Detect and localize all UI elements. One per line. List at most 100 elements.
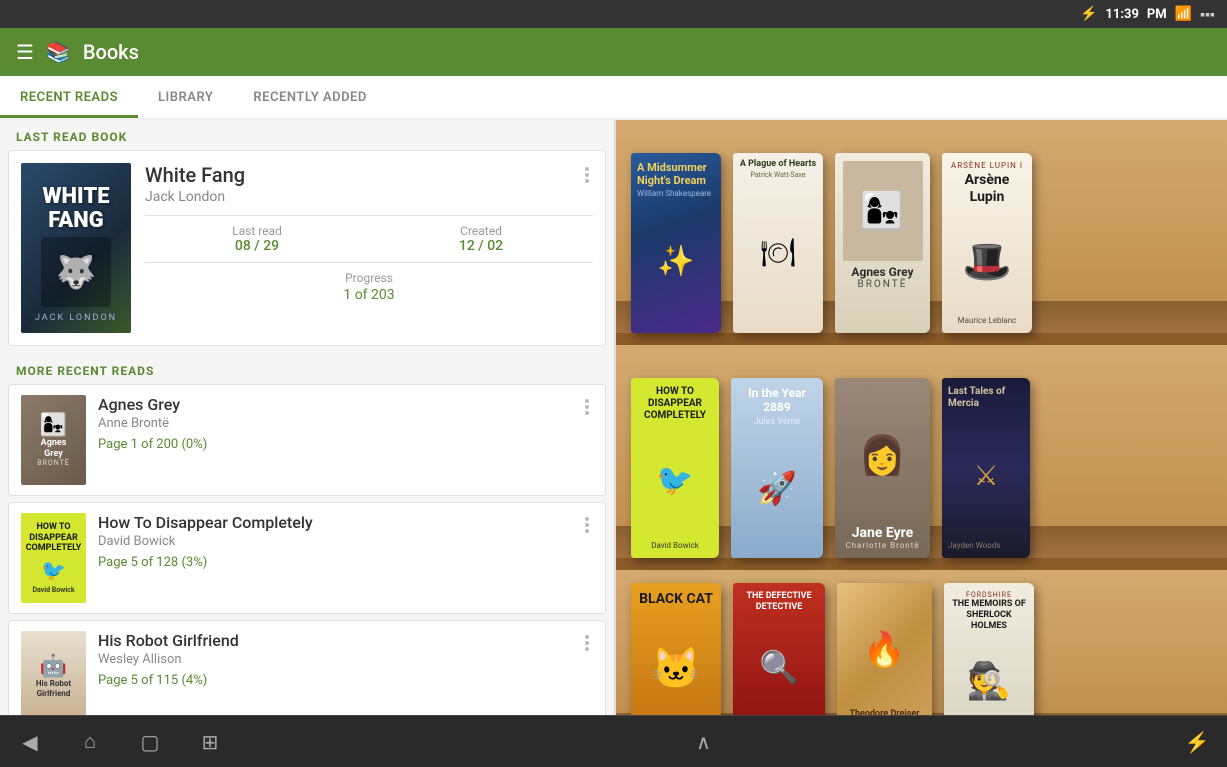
dot1 xyxy=(585,399,589,403)
book-author: BRONTË xyxy=(858,279,908,290)
book-title: THE DEFECTIVE DETECTIVE xyxy=(739,591,819,613)
book-art xyxy=(843,161,923,261)
list-item[interactable]: HOW TODISAPPEARCOMPLETELY 🐦 David Bowick… xyxy=(8,502,606,614)
list-book-author: Wesley Allison xyxy=(98,652,569,667)
back-button[interactable]: ◀ xyxy=(0,722,60,762)
qr-button[interactable]: ⊞ xyxy=(180,722,240,762)
shelf-row-1: A Midsummer Night's Dream William Shakes… xyxy=(616,120,1227,345)
list-book-author: Anne Brontë xyxy=(98,416,569,431)
progress-label: Progress xyxy=(345,271,393,285)
more-reads-title: MORE RECENT READS xyxy=(0,354,614,384)
book-agnes-grey[interactable]: Agnes Grey BRONTË xyxy=(835,153,930,333)
dot3 xyxy=(585,529,589,533)
agnes-grey-cover: 👩‍👧 AgnesGrey BRONTË xyxy=(21,395,86,485)
book-defective-detective[interactable]: THE DEFECTIVE DETECTIVE 🔍 the curious ca… xyxy=(733,583,825,715)
book-title: HOW TO DISAPPEAR COMPLETELY xyxy=(637,386,713,422)
qr-icon: ⊞ xyxy=(202,730,219,754)
meta-created: Created 12 / 02 xyxy=(369,224,593,254)
book-title: Agnes Grey xyxy=(851,265,913,279)
last-read-section: LAST READ BOOK WHITEFANG 🐺 JACK LONDON W… xyxy=(0,120,614,346)
last-read-book-author: Jack London xyxy=(145,189,593,205)
center-nav-button[interactable]: ∧ xyxy=(674,722,734,762)
robot-dots-menu[interactable] xyxy=(581,631,593,655)
main-content: LAST READ BOOK WHITEFANG 🐺 JACK LONDON W… xyxy=(0,120,1227,715)
clock-time: 11:39 xyxy=(1105,7,1139,22)
book-title: In the Year 2889 xyxy=(737,386,817,415)
disappear-dots-menu[interactable] xyxy=(581,513,593,537)
book-author: Maurice Leblanc xyxy=(958,316,1017,325)
dot1 xyxy=(585,635,589,639)
list-item[interactable]: 👩‍👧 AgnesGrey BRONTË Agnes Grey Anne Bro… xyxy=(8,384,606,496)
book-title: THE MEMOIRS OF SHERLOCK HOLMES xyxy=(950,599,1028,631)
divider2 xyxy=(145,262,593,263)
tab-bar: RECENT READS LIBRARY RECENTLY ADDED xyxy=(0,76,1227,120)
app-title: Books xyxy=(83,40,139,64)
created-value: 12 / 02 xyxy=(459,238,503,254)
list-book-title: Agnes Grey xyxy=(98,395,569,414)
dot2 xyxy=(585,405,589,409)
book-jane-eyre[interactable]: Jane Eyre Charlotte Brontë xyxy=(835,378,930,558)
meta-progress: Progress 1 of 203 xyxy=(145,271,593,303)
bottom-nav-bar: ◀ ⌂ ▢ ⊞ ∧ ⚡ xyxy=(0,715,1227,767)
dot2 xyxy=(585,523,589,527)
meta-last-read: Last read 08 / 29 xyxy=(145,224,369,254)
bookshelf-panel: A Midsummer Night's Dream William Shakes… xyxy=(616,120,1227,715)
book-year-2889[interactable]: In the Year 2889 Jules Verne xyxy=(731,378,823,558)
book-disappear-completely[interactable]: HOW TO DISAPPEAR COMPLETELY 🐦 David Bowi… xyxy=(631,378,719,558)
book-author: Theodore Dreiser xyxy=(849,709,919,715)
list-book-title: How To Disappear Completely xyxy=(98,513,569,532)
book-art: 🐦 xyxy=(656,422,693,539)
book-art xyxy=(962,208,1012,316)
book-sherlock-holmes[interactable]: FORDSHIRE THE MEMOIRS OF SHERLOCK HOLMES… xyxy=(944,583,1034,715)
book-title: Last Tales of Mercia xyxy=(948,386,1024,410)
list-item[interactable]: 🤖 His RobotGirlfriend His Robot Girlfrie… xyxy=(8,620,606,715)
recent-apps-button[interactable]: ▢ xyxy=(120,722,180,762)
cover-title-text: WHITEFANG xyxy=(42,185,109,233)
list-book-progress: Page 5 of 128 (3%) xyxy=(98,555,569,570)
charge-icon: ⚡ xyxy=(1080,6,1097,22)
book-title: A Plague of Hearts xyxy=(739,159,817,170)
usb-icon: ⚡ xyxy=(1185,730,1210,754)
list-book-author: David Bowick xyxy=(98,534,569,549)
book-art: 🕵 xyxy=(967,631,1012,715)
last-read-card[interactable]: WHITEFANG 🐺 JACK LONDON White Fang Jack … xyxy=(8,150,606,346)
dot2 xyxy=(585,173,589,177)
hamburger-icon[interactable]: ☰ xyxy=(16,40,34,64)
tab-library[interactable]: LIBRARY xyxy=(138,76,233,118)
book-arsene-lupin[interactable]: ARSÈNE LUPIN I Arsène Lupin Maurice Lebl… xyxy=(942,153,1032,333)
agnes-dots-menu[interactable] xyxy=(581,395,593,419)
cover-wolf-icon: 🐺 xyxy=(41,237,111,307)
last-read-value: 08 / 29 xyxy=(235,238,279,254)
book-art xyxy=(757,427,797,550)
book-art xyxy=(948,410,1024,541)
tab-recent-reads[interactable]: RECENT READS xyxy=(0,76,138,118)
last-read-dots-menu[interactable] xyxy=(581,163,593,187)
status-bar: ⚡ 11:39 PM 📶 ▪▪▪ xyxy=(0,0,1227,28)
book-author: William Shakespeare xyxy=(637,189,715,198)
last-read-cover: WHITEFANG 🐺 JACK LONDON xyxy=(21,163,131,333)
home-button[interactable]: ⌂ xyxy=(60,722,120,762)
book-art xyxy=(739,179,817,327)
dot1 xyxy=(585,517,589,521)
book-midsummer-nights-dream[interactable]: A Midsummer Night's Dream William Shakes… xyxy=(631,153,721,333)
book-last-tales-mercia[interactable]: Last Tales of Mercia Jayden Woods xyxy=(942,378,1030,558)
book-black-cat[interactable]: BLACK CAT 🐱 xyxy=(631,583,721,715)
book-author: Charlotte Brontë xyxy=(845,541,919,550)
list-book-progress: Page 5 of 115 (4%) xyxy=(98,673,569,688)
book-series: ARSÈNE LUPIN I xyxy=(951,161,1023,170)
dot1 xyxy=(585,167,589,171)
tab-recently-added[interactable]: RECENTLY ADDED xyxy=(233,76,386,118)
last-read-book-title: White Fang xyxy=(145,163,593,187)
list-book-info: How To Disappear Completely David Bowick… xyxy=(98,513,569,570)
books-icon: 📚 xyxy=(46,40,71,64)
book-author: David Bowick xyxy=(651,541,699,550)
book-dreiser[interactable]: 🔥 Theodore Dreiser The Carrier... xyxy=(837,583,932,715)
book-plague-of-hearts[interactable]: A Plague of Hearts Patrick Watt-Saxe xyxy=(733,153,823,333)
dot3 xyxy=(585,179,589,183)
book-title: Jane Eyre xyxy=(852,525,914,541)
last-read-label: Last read xyxy=(232,224,282,238)
list-book-info: Agnes Grey Anne Brontë Page 1 of 200 (0%… xyxy=(98,395,569,452)
disappear-cover: HOW TODISAPPEARCOMPLETELY 🐦 David Bowick xyxy=(21,513,86,603)
book-art xyxy=(859,386,906,525)
dot3 xyxy=(585,411,589,415)
